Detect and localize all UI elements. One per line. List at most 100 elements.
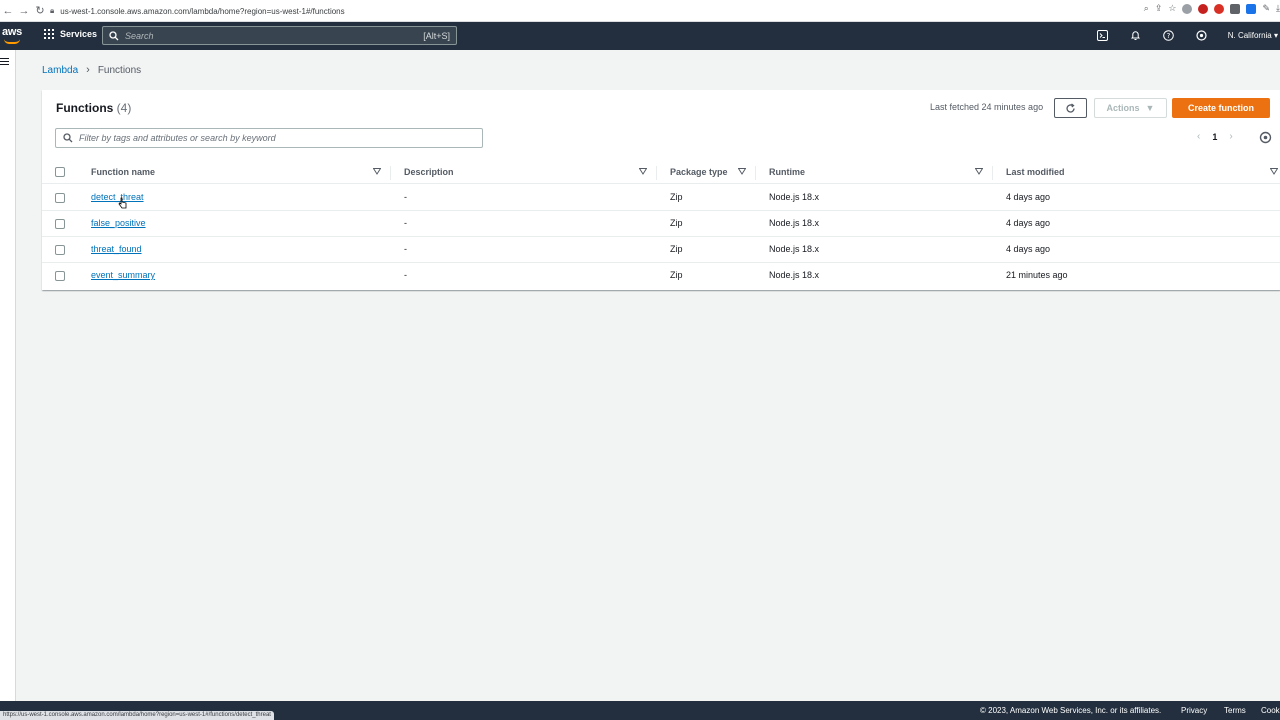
sort-icon[interactable]	[373, 168, 381, 175]
row-checkbox[interactable]	[55, 193, 65, 203]
runtime-cell: Node.js 18.x	[769, 218, 820, 228]
browser-extensions: ⌕ ⇪ ☆ ✎ ⤓	[1144, 3, 1280, 14]
browser-status-url: https://us-west-1.console.aws.amazon.com…	[0, 711, 274, 720]
column-header-last-modified[interactable]: Last modified	[1006, 167, 1065, 177]
function-count: (4)	[116, 101, 132, 115]
breadcrumb-lambda-link[interactable]: Lambda	[42, 65, 78, 76]
last-fetched-text: Last fetched 24 minutes ago	[930, 102, 1044, 112]
gear-icon[interactable]	[1259, 131, 1272, 144]
extension-icon[interactable]	[1246, 3, 1257, 14]
aws-logo[interactable]: aws	[2, 26, 22, 44]
chevron-left-icon[interactable]: ‹	[1197, 131, 1200, 142]
privacy-link[interactable]: Privacy	[1181, 706, 1207, 715]
extension-icon[interactable]	[1214, 3, 1225, 14]
search-icon	[109, 30, 119, 40]
url-text: us-west-1.console.aws.amazon.com/lambda/…	[60, 6, 345, 16]
row-checkbox[interactable]	[55, 245, 65, 255]
aws-logo-smile	[4, 39, 20, 44]
select-all-checkbox[interactable]	[55, 167, 65, 177]
sort-icon[interactable]	[738, 168, 746, 175]
package-type-cell: Zip	[670, 192, 683, 202]
column-divider[interactable]	[992, 166, 993, 180]
bell-icon[interactable]	[1129, 28, 1143, 42]
puzzle-icon[interactable]: ✎	[1262, 3, 1270, 14]
search-shortcut: [Alt+S]	[423, 30, 450, 41]
last-modified-cell: 4 days ago	[1006, 218, 1051, 228]
hand-cursor-icon	[118, 197, 127, 209]
column-divider[interactable]	[755, 166, 756, 180]
chevron-right-icon: ›	[86, 64, 90, 76]
breadcrumb: Lambda › Functions	[42, 64, 141, 76]
back-icon[interactable]: ←	[0, 3, 16, 19]
last-modified-cell: 21 minutes ago	[1006, 270, 1068, 280]
reload-icon[interactable]: ↻	[32, 3, 48, 19]
extension-icon[interactable]	[1182, 3, 1193, 14]
column-header-package-type[interactable]: Package type	[670, 167, 728, 177]
sort-icon[interactable]	[975, 168, 983, 175]
column-header-description[interactable]: Description	[404, 167, 454, 177]
terms-link[interactable]: Terms	[1224, 706, 1246, 715]
create-function-button[interactable]: Create function	[1172, 98, 1270, 118]
gear-icon[interactable]	[1195, 28, 1209, 42]
extension-icon[interactable]	[1198, 3, 1209, 14]
lock-icon: 🔒︎	[50, 6, 55, 15]
table-row: false_positive - Zip Node.js 18.x 4 days…	[42, 211, 1280, 237]
refresh-button[interactable]	[1054, 98, 1087, 118]
table-row: detect_threat - Zip Node.js 18.x 4 days …	[42, 185, 1280, 211]
caret-down-icon: ▾	[1273, 30, 1278, 40]
zoom-icon[interactable]: ⌕	[1144, 3, 1149, 14]
last-modified-cell: 4 days ago	[1006, 244, 1051, 254]
region-label: N. California	[1227, 30, 1272, 40]
row-checkbox[interactable]	[55, 219, 65, 229]
services-menu-button[interactable]: Services	[44, 29, 97, 39]
aws-top-nav: aws Services Search [Alt+S] ? N. Califor…	[0, 22, 1280, 50]
package-type-cell: Zip	[670, 218, 683, 228]
function-name-link[interactable]: threat_found	[91, 244, 142, 254]
package-type-cell: Zip	[670, 270, 683, 280]
forward-icon[interactable]: →	[16, 3, 32, 19]
actions-label: Actions	[1106, 103, 1140, 113]
sort-icon[interactable]	[1270, 168, 1278, 175]
function-name-link[interactable]: false_positive	[91, 218, 146, 228]
column-header-function-name[interactable]: Function name	[91, 167, 155, 177]
region-selector[interactable]: N. California ▾	[1228, 31, 1278, 40]
runtime-cell: Node.js 18.x	[769, 192, 820, 202]
panel-title-text: Functions	[56, 101, 114, 115]
function-name-link[interactable]: event_summary	[91, 270, 155, 280]
grid-icon	[44, 29, 54, 39]
filter-input[interactable]: Filter by tags and attributes or search …	[55, 128, 483, 148]
description-cell: -	[404, 192, 407, 202]
cookie-preferences-link[interactable]: Cook	[1261, 706, 1280, 715]
page-number[interactable]: 1	[1212, 132, 1217, 142]
share-icon[interactable]: ⇪	[1155, 3, 1163, 14]
copyright-text: © 2023, Amazon Web Services, Inc. or its…	[980, 706, 1162, 715]
services-label: Services	[60, 29, 98, 39]
column-divider[interactable]	[390, 166, 391, 180]
last-modified-cell: 4 days ago	[1006, 192, 1051, 202]
table-row: threat_found - Zip Node.js 18.x 4 days a…	[42, 237, 1280, 263]
nav-right-tools: ? N. California ▾	[1096, 28, 1280, 42]
sort-icon[interactable]	[639, 168, 647, 175]
runtime-cell: Node.js 18.x	[769, 244, 820, 254]
package-type-cell: Zip	[670, 244, 683, 254]
address-bar[interactable]: 🔒︎ us-west-1.console.aws.amazon.com/lamb…	[50, 3, 345, 19]
svg-text:?: ?	[1167, 32, 1171, 40]
actions-button[interactable]: Actions ▼	[1094, 98, 1167, 118]
global-search-input[interactable]: Search [Alt+S]	[102, 26, 457, 45]
column-header-runtime[interactable]: Runtime	[769, 167, 805, 177]
star-icon[interactable]: ☆	[1168, 3, 1176, 14]
column-divider[interactable]	[656, 166, 657, 180]
caret-down-icon: ▼	[1145, 103, 1155, 113]
browser-toolbar: ← → ↻ 🔒︎ us-west-1.console.aws.amazon.co…	[0, 0, 1280, 22]
pagination: ‹ 1 ›	[1197, 131, 1233, 142]
cloudshell-icon[interactable]	[1096, 28, 1110, 42]
filter-placeholder: Filter by tags and attributes or search …	[79, 133, 276, 143]
download-icon[interactable]: ⤓	[1276, 3, 1280, 14]
chevron-right-icon[interactable]: ›	[1229, 131, 1232, 142]
extension-icon[interactable]	[1230, 3, 1241, 14]
help-icon[interactable]: ?	[1162, 28, 1176, 42]
menu-icon[interactable]	[0, 58, 9, 67]
search-placeholder: Search	[125, 30, 154, 41]
table-header: Function name Description Package type R…	[42, 160, 1280, 184]
row-checkbox[interactable]	[55, 271, 65, 281]
